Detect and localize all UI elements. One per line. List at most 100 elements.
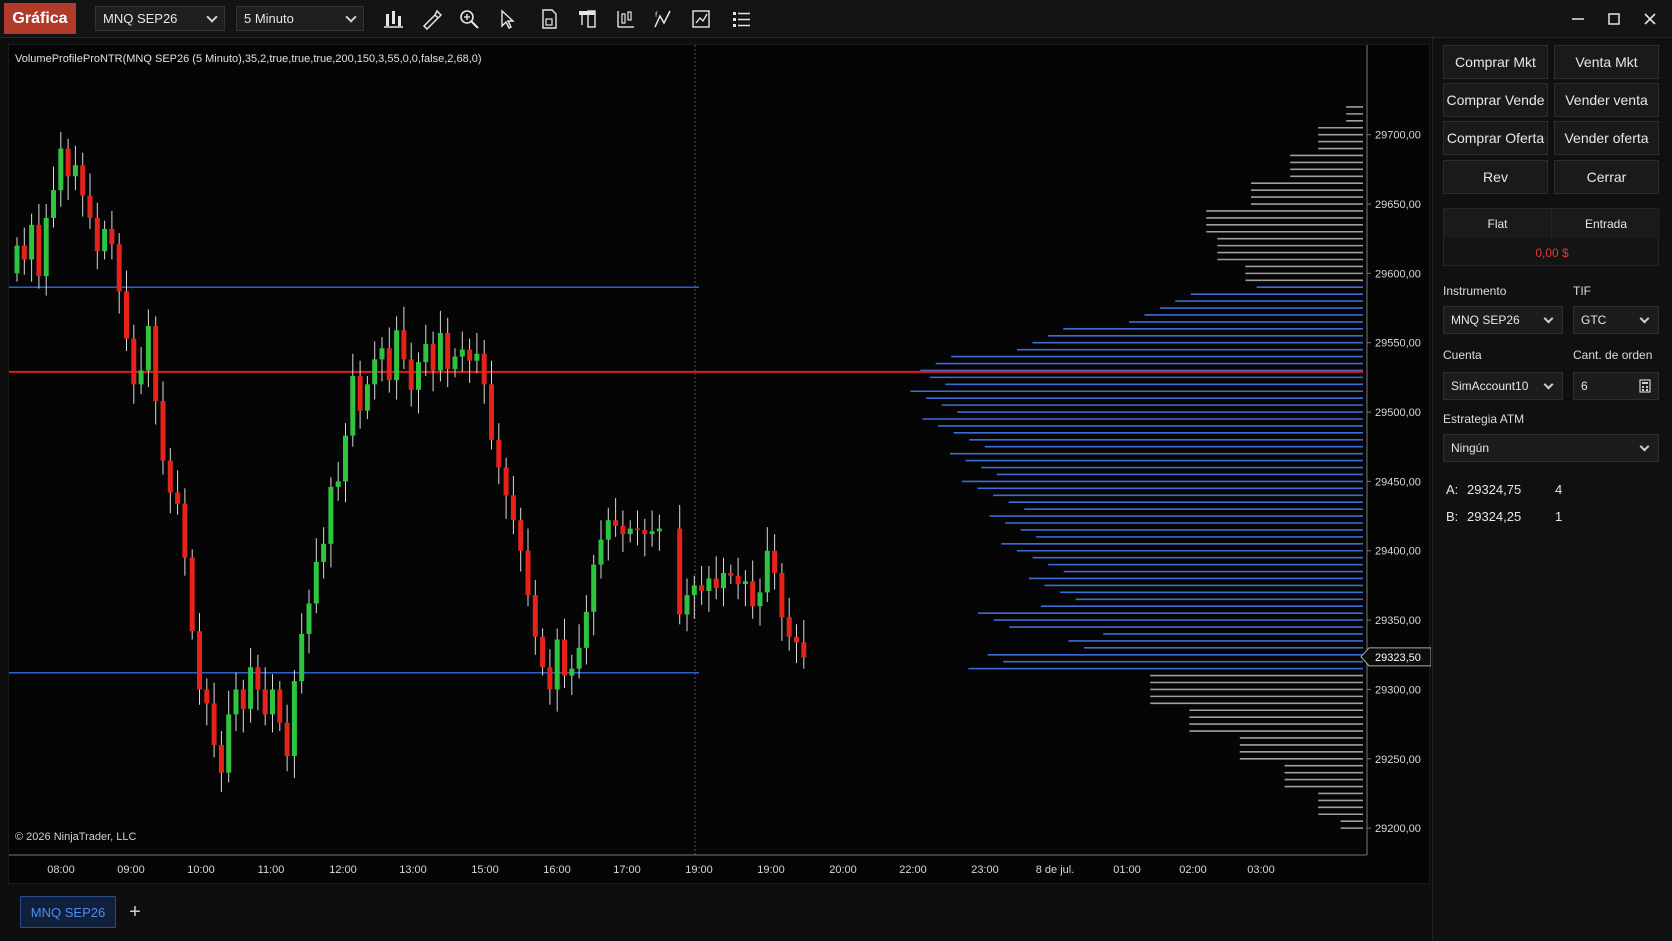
reverse-button[interactable]: Rev [1443, 160, 1548, 194]
up-candle [379, 348, 385, 360]
up-candle [58, 148, 64, 191]
instrument-select[interactable]: MNQ SEP26 [95, 6, 225, 31]
properties-icon[interactable] [613, 7, 637, 31]
chevron-down-icon [1639, 441, 1650, 452]
up-candle [583, 611, 589, 648]
up-candle [372, 359, 378, 385]
buy-market-button[interactable]: Comprar Mkt [1443, 45, 1548, 79]
down-candle [124, 291, 129, 339]
up-candle [364, 384, 370, 411]
up-candle [291, 681, 297, 757]
up-candle [459, 349, 465, 357]
atm-strategy-label: Estrategia ATM [1443, 412, 1525, 426]
down-candle [794, 636, 799, 643]
bar-type-icon[interactable] [381, 7, 405, 31]
sell-bid-button[interactable]: Vender oferta [1554, 121, 1659, 155]
bid-label: B: [1446, 509, 1459, 524]
down-candle [786, 617, 792, 637]
tab-mnq-sep26[interactable]: MNQ SEP26 [20, 896, 116, 928]
down-candle [430, 344, 436, 371]
up-candle [299, 633, 305, 682]
interval-select[interactable]: 5 Minuto [236, 6, 364, 31]
up-candle [51, 190, 56, 218]
up-candle [576, 647, 582, 669]
order-qty-input[interactable]: 6 [1573, 372, 1659, 400]
x-tick-label: 19:00 [685, 864, 713, 876]
down-candle [211, 703, 217, 745]
maximize-icon[interactable] [1600, 6, 1628, 32]
sell-market-button[interactable]: Venta Mkt [1554, 45, 1659, 79]
add-tab-button[interactable]: + [122, 898, 148, 926]
chart-canvas[interactable]: 29700,00 29650,00 29600,00 29550,00 29500,00… [9, 45, 1431, 885]
up-candle [233, 689, 239, 715]
down-candle [109, 228, 115, 245]
chart-trader-panel: Comprar Mkt Venta Mkt Comprar Vende Vend… [1432, 38, 1672, 941]
buy-ask-button[interactable]: Comprar Oferta [1443, 121, 1548, 155]
down-candle [801, 642, 807, 658]
x-tick-label: 12:00 [329, 864, 357, 876]
svg-text:f: f [655, 11, 658, 19]
atm-strategy-select[interactable]: Ningún [1443, 434, 1659, 462]
down-candle [713, 578, 719, 589]
up-candle [764, 550, 770, 593]
list-icon[interactable] [729, 7, 753, 31]
y-tick-label: 29600,00 [1375, 268, 1421, 280]
volume-profile [910, 106, 1363, 829]
pointer-icon[interactable] [495, 7, 519, 31]
account-value: SimAccount10 [1451, 379, 1529, 393]
chart-tab-strip: MNQ SEP26 + [0, 884, 1432, 941]
up-candle [554, 639, 560, 690]
y-tick-label: 29250,00 [1375, 754, 1421, 766]
up-candle [306, 603, 312, 634]
down-candle [175, 492, 181, 504]
y-tick-label: 29350,00 [1375, 615, 1421, 627]
down-candle [620, 525, 626, 535]
calculator-icon[interactable] [1639, 379, 1651, 396]
up-candle [474, 353, 480, 361]
down-candle [750, 581, 756, 607]
up-candle [691, 585, 697, 596]
down-candle [510, 495, 516, 521]
x-tick-label: 10:00 [187, 864, 215, 876]
down-candle [481, 353, 487, 385]
down-candle [94, 217, 100, 252]
zoom-icon[interactable] [457, 7, 481, 31]
up-candle [102, 228, 108, 252]
strategies-icon[interactable] [689, 7, 713, 31]
data-box-icon[interactable] [537, 7, 561, 31]
down-candle [262, 689, 268, 715]
close-position-button[interactable]: Cerrar [1554, 160, 1659, 194]
x-tick-label: 11:00 [258, 864, 285, 876]
app-title[interactable]: Gráfica [4, 3, 76, 34]
down-candle [699, 585, 705, 591]
down-candle [131, 338, 137, 385]
up-candle [706, 578, 712, 591]
panel-instrument-select[interactable]: MNQ SEP26 [1443, 306, 1563, 334]
y-tick-label: 29450,00 [1375, 476, 1421, 488]
price-chart[interactable]: 29700,00 29650,00 29600,00 29550,00 29500,00… [8, 44, 1431, 885]
y-tick-label: 29700,00 [1375, 130, 1421, 142]
y-tick-label: 29500,00 [1375, 407, 1421, 419]
down-candle [677, 528, 683, 615]
down-candle [116, 244, 122, 292]
minimize-icon[interactable] [1564, 6, 1592, 32]
account-select[interactable]: SimAccount10 [1443, 372, 1563, 400]
sell-ask-button[interactable]: Vender venta [1554, 83, 1659, 117]
buy-bid-button[interactable]: Comprar Vende [1443, 83, 1548, 117]
down-candle [277, 689, 283, 723]
drawing-tools-icon[interactable] [419, 7, 443, 31]
x-tick-label: 03:00 [1247, 864, 1275, 876]
up-candle [742, 581, 748, 585]
down-candle [613, 520, 619, 526]
chart-trader-icon[interactable] [575, 7, 599, 31]
chevron-down-icon [1543, 379, 1554, 390]
account-label: Cuenta [1443, 348, 1482, 362]
last-price-label: 29323,50 [1375, 652, 1421, 664]
tif-select[interactable]: GTC [1573, 306, 1659, 334]
up-candle [14, 245, 20, 274]
indicators-icon[interactable]: f [651, 7, 675, 31]
down-candle [540, 636, 546, 668]
close-icon[interactable] [1636, 6, 1664, 32]
down-candle [735, 575, 741, 585]
up-candle [394, 330, 400, 381]
